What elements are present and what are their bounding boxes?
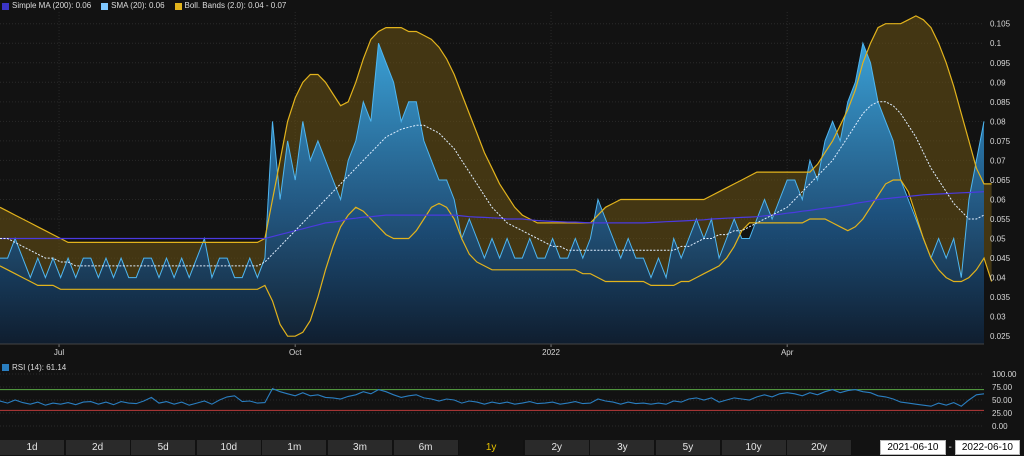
rsi-chart: 100.00 75.00 50.00 25.00 0.00	[0, 370, 1017, 431]
y-tick-label: 0.035	[990, 293, 1011, 302]
range-button-1d[interactable]: 1d	[0, 440, 65, 455]
y-tick-label: 0.025	[990, 332, 1011, 341]
range-button-1m[interactable]: 1m	[262, 440, 328, 455]
rsi-y-tick-label: 75.00	[992, 383, 1013, 392]
y-tick-label: 0.06	[990, 195, 1006, 204]
y-tick-label: 0.05	[990, 235, 1006, 244]
rsi-y-tick-label: 25.00	[992, 409, 1013, 418]
rsi-y-tick-label: 0.00	[992, 422, 1008, 431]
range-buttons: 1d 2d 5d 10d 1m 3m 6m 1y 2y 3y 5y 10y 20y	[0, 440, 853, 455]
y-tick-label: 0.075	[990, 137, 1011, 146]
x-tick-label: Apr	[781, 348, 794, 357]
range-button-5y[interactable]: 5y	[655, 440, 721, 455]
y-tick-label: 0.07	[990, 156, 1006, 165]
y-tick-label: 0.055	[990, 215, 1011, 224]
y-tick-label: 0.085	[990, 98, 1011, 107]
rsi-y-tick-label: 50.00	[992, 396, 1013, 405]
rsi-line	[0, 387, 985, 407]
range-button-6m[interactable]: 6m	[393, 440, 459, 455]
price-chart: 0.025 0.03 0.035 0.04 0.045 0.05 0.055 0.06 0.06…	[0, 12, 1011, 357]
y-tick-label: 0.04	[990, 274, 1006, 283]
y-tick-label: 0.065	[990, 176, 1011, 185]
range-button-1y[interactable]: 1y	[459, 440, 525, 455]
x-tick-label: Jul	[54, 348, 64, 357]
rsi-y-tick-label: 100.00	[992, 370, 1017, 379]
range-button-10y[interactable]: 10y	[721, 440, 787, 455]
y-tick-label: 0.08	[990, 117, 1006, 126]
range-selector: 1d 2d 5d 10d 1m 3m 6m 1y 2y 3y 5y 10y 20y 2021-06-10…	[0, 439, 1024, 456]
date-from-input[interactable]: 2021-06-10	[880, 440, 946, 455]
y-tick-label: 0.09	[990, 78, 1006, 87]
y-tick-label: 0.095	[990, 59, 1011, 68]
date-separator: -	[948, 442, 952, 453]
x-tick-label: Oct	[289, 348, 302, 357]
range-button-3y[interactable]: 3y	[590, 440, 656, 455]
y-tick-label: 0.03	[990, 313, 1006, 322]
x-tick-label: 2022	[542, 348, 560, 357]
range-button-20y[interactable]: 20y	[787, 440, 853, 455]
date-to-input[interactable]: 2022-06-10	[954, 440, 1020, 455]
y-tick-label: 0.105	[990, 20, 1011, 29]
range-button-5d[interactable]: 5d	[131, 440, 197, 455]
y-tick-label: 0.045	[990, 254, 1011, 263]
range-button-2y[interactable]: 2y	[524, 440, 590, 455]
range-button-3m[interactable]: 3m	[327, 440, 393, 455]
range-button-10d[interactable]: 10d	[196, 440, 262, 455]
y-tick-label: 0.1	[990, 39, 1002, 48]
range-button-2d[interactable]: 2d	[65, 440, 131, 455]
